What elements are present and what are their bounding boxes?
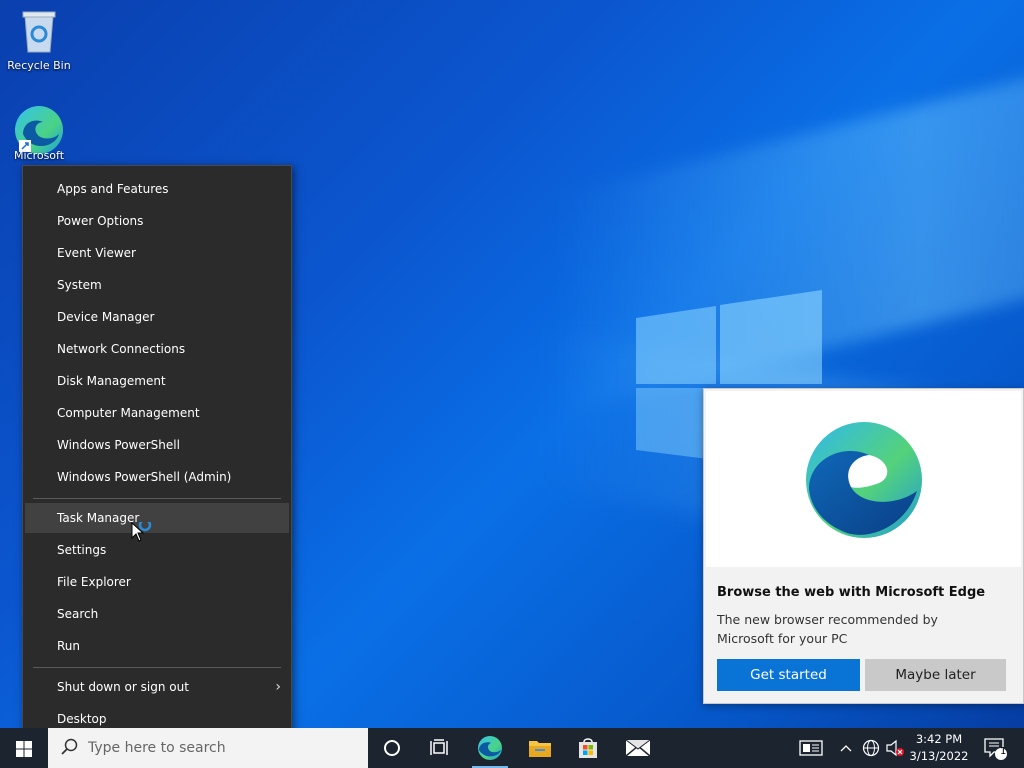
action-center-button[interactable]: 1 xyxy=(978,728,1012,768)
taskbar: Type here to search 3:42 PM 3/13/2022 1 xyxy=(0,728,1024,768)
chevron-right-icon: › xyxy=(275,679,281,695)
taskbar-file-explorer-button[interactable] xyxy=(516,728,564,768)
desktop-icon-microsoft-edge[interactable]: Microsoft xyxy=(7,104,71,162)
menu-separator xyxy=(33,498,281,499)
menu-item-power-options[interactable]: Power Options xyxy=(25,206,289,236)
flyout-hero xyxy=(706,391,1021,567)
windows-start-icon xyxy=(16,741,32,757)
desktop-icon-label: Microsoft xyxy=(13,149,65,162)
taskbar-edge-button[interactable] xyxy=(466,728,514,768)
clock-time: 3:42 PM xyxy=(915,732,963,746)
recycle-bin-icon xyxy=(22,11,56,53)
volume-muted-icon xyxy=(886,739,904,757)
flyout-description: The new browser recommended by Microsoft… xyxy=(717,612,938,646)
menu-item-disk-management[interactable]: Disk Management xyxy=(25,366,289,396)
cortana-icon xyxy=(384,740,400,756)
news-icon xyxy=(799,740,823,756)
network-status-button[interactable] xyxy=(860,728,882,768)
menu-item-event-viewer[interactable]: Event Viewer xyxy=(25,238,289,268)
menu-item-search[interactable]: Search xyxy=(25,599,289,629)
mouse-cursor-busy-icon xyxy=(131,522,152,542)
menu-item-windows-powershell[interactable]: Windows PowerShell xyxy=(25,430,289,460)
desktop-icon-recycle-bin[interactable]: Recycle Bin xyxy=(7,8,71,72)
edge-promo-flyout: Browse the web with Microsoft Edge The n… xyxy=(703,388,1024,704)
file-explorer-icon xyxy=(529,741,551,757)
menu-item-computer-management[interactable]: Computer Management xyxy=(25,398,289,428)
menu-item-run[interactable]: Run xyxy=(25,631,289,661)
edge-icon xyxy=(478,736,502,760)
taskbar-store-button[interactable] xyxy=(564,728,612,768)
menu-item-file-explorer[interactable]: File Explorer xyxy=(25,567,289,597)
desktop-icon-label: Recycle Bin xyxy=(7,59,71,72)
search-placeholder: Type here to search xyxy=(88,740,226,756)
flyout-title: Browse the web with Microsoft Edge xyxy=(717,585,986,600)
menu-item-system[interactable]: System xyxy=(25,270,289,300)
get-started-button[interactable]: Get started xyxy=(717,659,860,691)
taskbar-clock[interactable]: 3:42 PM 3/13/2022 xyxy=(906,731,972,765)
mail-icon xyxy=(625,739,651,757)
maybe-later-button[interactable]: Maybe later xyxy=(865,659,1006,691)
news-and-interests-button[interactable] xyxy=(796,728,826,768)
clock-date: 3/13/2022 xyxy=(909,749,969,763)
taskbar-search-box[interactable]: Type here to search xyxy=(48,728,368,768)
menu-separator xyxy=(33,667,281,668)
start-button[interactable] xyxy=(0,728,48,768)
menu-item-network-connections[interactable]: Network Connections xyxy=(25,334,289,364)
task-view-button[interactable] xyxy=(416,728,464,768)
task-view-icon xyxy=(430,739,448,755)
menu-item-apps-and-features[interactable]: Apps and Features xyxy=(25,174,289,204)
winx-context-menu: Apps and Features Power Options Event Vi… xyxy=(22,165,292,745)
store-icon xyxy=(579,738,597,758)
menu-item-windows-powershell-admin[interactable]: Windows PowerShell (Admin) xyxy=(25,462,289,492)
cortana-button[interactable] xyxy=(368,728,416,768)
volume-button[interactable] xyxy=(884,728,906,768)
edge-logo-icon xyxy=(806,422,922,538)
show-hidden-icons-button[interactable] xyxy=(836,728,856,768)
notification-count-badge: 1 xyxy=(1000,746,1007,757)
chevron-up-icon xyxy=(840,745,852,752)
menu-item-device-manager[interactable]: Device Manager xyxy=(25,302,289,332)
search-icon xyxy=(61,738,78,755)
taskbar-mail-button[interactable] xyxy=(614,728,662,768)
globe-network-icon xyxy=(862,739,880,757)
menu-item-shut-down-or-sign-out[interactable]: Shut down or sign out › xyxy=(25,672,289,702)
